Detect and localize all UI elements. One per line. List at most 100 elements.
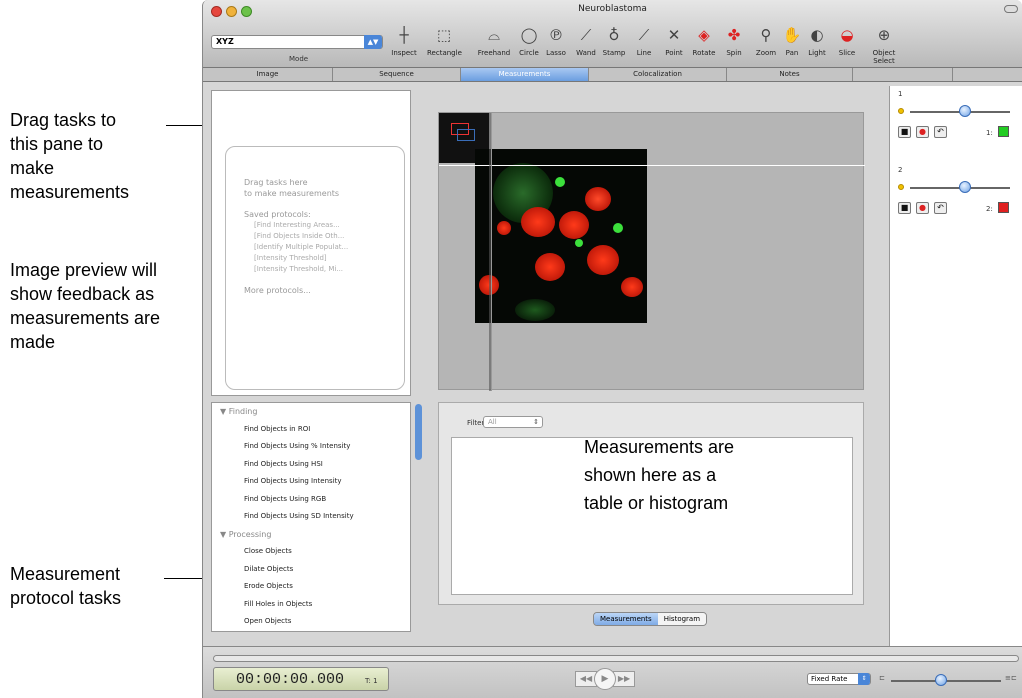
channel-slider-knob[interactable] (959, 181, 971, 193)
task-item[interactable]: Fill Holes in Objects (212, 596, 410, 614)
results-toggle-histogram[interactable]: Histogram (657, 613, 707, 625)
fast-forward-button[interactable]: ▶▶ (613, 671, 635, 687)
saved-protocol-item[interactable]: [Find Objects Inside Oth... (244, 231, 386, 242)
tool-object-select[interactable]: ⊕ Object Select (867, 24, 901, 65)
results-toggle-measurements[interactable]: Measurements (594, 613, 658, 625)
chevron-updown-icon: ▲▼ (364, 35, 382, 49)
fast-speed-icon: ≡⊏ (1005, 674, 1017, 682)
playback-rate-select[interactable]: Fixed Rate ⇕ (807, 673, 871, 685)
tool-point[interactable]: ✕ Point (657, 24, 691, 57)
annotation-line: Image preview will (10, 260, 158, 280)
task-item[interactable]: Find Objects Using SD Intensity (212, 508, 410, 526)
spin-icon: ✤ (727, 26, 741, 44)
tool-label: Rectangle (427, 49, 462, 57)
saved-protocol-item[interactable]: [Find Interesting Areas... (244, 220, 386, 231)
tab-filler (853, 68, 953, 81)
task-item[interactable]: Find Objects Using Intensity (212, 473, 410, 491)
task-group[interactable]: ▼ Processing (212, 526, 410, 544)
visibility-button[interactable]: ■ (898, 202, 911, 214)
transport-controls: ◀◀ ▶ ▶▶ (575, 668, 635, 690)
task-group[interactable]: ▼ Finding (212, 403, 410, 421)
image-preview[interactable] (438, 112, 865, 391)
tool-label: Spin (726, 49, 742, 57)
saved-protocols-list: [Find Interesting Areas... [Find Objects … (244, 220, 386, 275)
task-item[interactable]: Find Objects Using % Intensity (212, 438, 410, 456)
tab-notes[interactable]: Notes (727, 68, 853, 81)
drop-hint-line: to make measurements (244, 189, 340, 198)
task-tree-scrollbar[interactable] (415, 404, 422, 460)
protocol-drop-zone[interactable]: Drag tasks here to make measurements Save… (225, 146, 405, 390)
window-title: Neuroblastoma (578, 4, 647, 14)
mode-select[interactable]: XYZ ▲▼ (211, 35, 383, 49)
tool-label: Lasso (546, 49, 566, 57)
filter-select[interactable]: All ⇕ (483, 416, 543, 428)
tool-label: Slice (838, 49, 856, 57)
tool-freehand[interactable]: ⌓ Freehand (477, 24, 511, 57)
thumbnail-divider (489, 113, 492, 391)
channel-index-label: 1: (986, 129, 993, 137)
object-select-icon: ⊕ (877, 26, 891, 44)
task-item[interactable]: Find Objects in ROI (212, 421, 410, 439)
slow-speed-icon: ⊏ (879, 674, 885, 682)
tab-image[interactable]: Image (203, 68, 333, 81)
channel-color-swatch[interactable] (998, 126, 1009, 137)
tool-light[interactable]: ◐ Light (800, 24, 834, 57)
channel-index-label: 2: (986, 205, 993, 213)
tab-measurements[interactable]: Measurements (461, 68, 589, 81)
annotation-image-preview: Image preview will show feedback as measur… (10, 258, 160, 354)
task-item[interactable]: Close Objects (212, 543, 410, 561)
tab-bar: Image Sequence Measurements Colocalization N… (203, 68, 1022, 82)
tool-inspect[interactable]: ┼ Inspect (387, 24, 421, 57)
task-item[interactable]: Open Objects (212, 613, 410, 631)
saved-protocol-item[interactable]: [Intensity Threshold] (244, 253, 386, 264)
channel-name: 2 (898, 166, 903, 174)
task-item[interactable]: Erode Objects (212, 578, 410, 596)
tool-rotate[interactable]: ◈ Rotate (687, 24, 721, 57)
channel-color-swatch[interactable] (998, 202, 1009, 213)
saved-protocol-item[interactable]: [Identify Multiple Populat... (244, 242, 386, 253)
channel-panel: 1 ■ ● ↶ 1: 2 ■ ● ↶ 2: (889, 86, 1022, 646)
task-tree: ▼ Finding Find Objects in ROI Find Objects… (211, 402, 411, 632)
undo-icon[interactable]: ↶ (934, 202, 947, 214)
tool-spin[interactable]: ✤ Spin (717, 24, 751, 57)
mode-value: XYZ (216, 37, 234, 46)
tool-label: Freehand (477, 49, 511, 57)
point-icon: ✕ (667, 26, 681, 44)
window-titlebar: Neuroblastoma XYZ ▲▼ Mode ┼ Inspect ⬚ Recta… (203, 0, 1022, 68)
task-item[interactable]: Dilate Objects (212, 561, 410, 579)
micrograph-image (475, 149, 647, 323)
annotation-line: made (10, 332, 56, 352)
task-item[interactable]: Find Objects Using HSI (212, 456, 410, 474)
time-progress-bar[interactable] (213, 655, 1019, 662)
tool-lasso[interactable]: ℗ Lasso (539, 24, 573, 57)
crosshair-horizontal (439, 165, 865, 166)
freehand-icon: ⌓ (488, 26, 500, 44)
tool-label: Pan (785, 49, 799, 57)
record-button[interactable]: ● (916, 202, 929, 214)
tool-rectangle[interactable]: ⬚ Rectangle (427, 24, 462, 57)
channel-slider-knob[interactable] (959, 105, 971, 117)
tool-label: Object Select (872, 49, 896, 65)
toolbar-toggle-button[interactable] (1004, 5, 1018, 13)
tool-line[interactable]: ⟋ Line (627, 24, 661, 57)
tab-colocalization[interactable]: Colocalization (589, 68, 727, 81)
visibility-button[interactable]: ■ (898, 126, 911, 138)
speed-slider-knob[interactable] (934, 674, 947, 686)
tab-sequence[interactable]: Sequence (333, 68, 461, 81)
annotation-line: show feedback as (10, 284, 155, 304)
tool-stamp[interactable]: ♁ Stamp (597, 24, 631, 57)
record-button[interactable]: ● (916, 126, 929, 138)
measurements-annotation-line: shown here as a (584, 465, 717, 485)
playback-rate-value: Fixed Rate (811, 675, 848, 683)
play-button[interactable]: ▶ (594, 668, 616, 690)
annotation-line: this pane to (10, 134, 104, 154)
lasso-icon: ℗ (548, 26, 564, 44)
measurements-annotation-line: table or histogram (584, 493, 729, 513)
mode-label: Mode (289, 55, 309, 63)
tool-label: Rotate (692, 49, 716, 57)
saved-protocol-item[interactable]: [Intensity Threshold, Mi... (244, 264, 386, 275)
undo-icon[interactable]: ↶ (934, 126, 947, 138)
more-protocols-link[interactable]: More protocols... (244, 285, 386, 296)
task-item[interactable]: Find Objects Using RGB (212, 491, 410, 509)
tool-slice[interactable]: ◒ Slice (830, 24, 864, 57)
